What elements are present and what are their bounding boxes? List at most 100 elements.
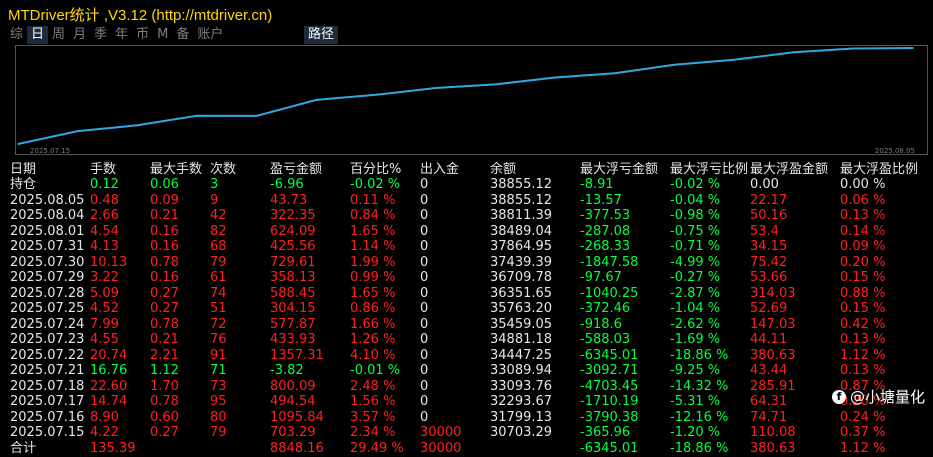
cell-max-lots: 0.09 bbox=[150, 194, 179, 208]
cell-balance: 34447.25 bbox=[490, 349, 552, 363]
cell-max-float-loss-pct: -4.99 % bbox=[670, 256, 720, 270]
cell-count: 79 bbox=[210, 256, 227, 270]
cell-date: 2025.07.16 bbox=[10, 411, 84, 425]
column-header-1: 手数 bbox=[90, 162, 116, 178]
cell-max-float-loss-pct: -1.69 % bbox=[670, 333, 720, 347]
tab-8[interactable]: 备 bbox=[172, 26, 193, 44]
cell-pnl: 43.73 bbox=[270, 194, 307, 208]
column-header-0: 日期 bbox=[10, 162, 36, 178]
cell-max-float-loss-pct: -1.20 % bbox=[670, 426, 720, 440]
table-row[interactable]: 2025.07.3010.130.7879729.611.99 %037439.… bbox=[0, 256, 933, 272]
table-row[interactable]: 2025.07.247.990.7872577.871.66 %035459.0… bbox=[0, 318, 933, 334]
balance-point bbox=[793, 52, 795, 54]
table-row[interactable]: 2025.07.2220.742.21911357.314.10 %034447… bbox=[0, 349, 933, 365]
cell-pct: 0.86 % bbox=[350, 302, 395, 316]
tab-0[interactable]: 综 bbox=[6, 26, 27, 44]
table-row[interactable]: 2025.07.293.220.1661358.130.99 %036709.7… bbox=[0, 271, 933, 287]
cell-pct: 1.65 % bbox=[350, 225, 395, 239]
cell-max-float-loss: -377.53 bbox=[580, 209, 630, 223]
table-row[interactable]: 2025.07.2116.761.1271-3.82-0.01 %033089.… bbox=[0, 364, 933, 380]
cell-count: 74 bbox=[210, 287, 227, 301]
table-row[interactable]: 合计135.398848.1629.49 %30000-6345.01-18.8… bbox=[0, 442, 933, 457]
cell-balance: 32293.67 bbox=[490, 395, 552, 409]
cell-lots: 22.60 bbox=[90, 380, 127, 394]
tab-path[interactable]: 路径 bbox=[304, 26, 338, 44]
tab-3[interactable]: 月 bbox=[69, 26, 90, 44]
cell-pnl: 304.15 bbox=[270, 302, 316, 316]
cell-max-float-loss: -268.33 bbox=[580, 240, 630, 254]
cell-deposit: 0 bbox=[420, 349, 428, 363]
balance-point bbox=[17, 143, 19, 145]
cell-max-float-loss-pct: -0.27 % bbox=[670, 271, 720, 285]
cell-max-float-profit: 380.63 bbox=[750, 442, 796, 456]
table-row[interactable]: 2025.08.050.480.09943.730.11 %038855.12-… bbox=[0, 194, 933, 210]
column-header-9: 最大浮亏比例 bbox=[670, 162, 748, 178]
cell-max-float-profit: 74.71 bbox=[750, 411, 787, 425]
cell-date: 2025.07.28 bbox=[10, 287, 84, 301]
tab-5[interactable]: 年 bbox=[111, 26, 132, 44]
cell-deposit: 0 bbox=[420, 287, 428, 301]
cell-deposit: 0 bbox=[420, 178, 428, 192]
cell-count: 91 bbox=[210, 349, 227, 363]
cell-max-float-loss-pct: -2.62 % bbox=[670, 318, 720, 332]
cell-balance: 38855.12 bbox=[490, 194, 552, 208]
cell-date: 2025.07.23 bbox=[10, 333, 84, 347]
tab-2[interactable]: 周 bbox=[48, 26, 69, 44]
cell-max-float-loss: -1040.25 bbox=[580, 287, 638, 301]
table-row[interactable]: 2025.07.285.090.2774588.451.65 %036351.6… bbox=[0, 287, 933, 303]
table-row[interactable]: 2025.07.314.130.1668425.561.14 %037864.9… bbox=[0, 240, 933, 256]
cell-max-float-profit-pct: 0.06 % bbox=[840, 194, 885, 208]
cell-max-float-profit-pct: 0.13 % bbox=[840, 333, 885, 347]
cell-lots: 4.52 bbox=[90, 302, 119, 316]
cell-max-lots: 0.16 bbox=[150, 240, 179, 254]
cell-max-float-profit-pct: 0.20 % bbox=[840, 256, 885, 270]
cell-deposit: 0 bbox=[420, 256, 428, 270]
column-header-3: 次数 bbox=[210, 162, 236, 178]
tab-1[interactable]: 日 bbox=[27, 26, 48, 44]
cell-max-lots: 0.16 bbox=[150, 225, 179, 239]
cell-max-float-profit: 285.91 bbox=[750, 380, 796, 394]
balance-point bbox=[853, 48, 855, 50]
window-title: MTDriver统计 ,V3.12 (http://mtdriver.cn) bbox=[8, 4, 272, 25]
tab-4[interactable]: 季 bbox=[90, 26, 111, 44]
cell-deposit: 0 bbox=[420, 364, 428, 378]
cell-max-float-loss: -918.6 bbox=[580, 318, 622, 332]
cell-max-float-loss: -3790.38 bbox=[580, 411, 638, 425]
table-row[interactable]: 2025.07.234.550.2176433.931.26 %034881.1… bbox=[0, 333, 933, 349]
cell-balance: 34881.18 bbox=[490, 333, 552, 347]
cell-count: 76 bbox=[210, 333, 227, 347]
table-row[interactable]: 2025.08.042.660.2142322.350.84 %038811.3… bbox=[0, 209, 933, 225]
table-row[interactable]: 2025.07.254.520.2751304.150.86 %035763.2… bbox=[0, 302, 933, 318]
cell-max-float-loss: -13.57 bbox=[580, 194, 622, 208]
cell-date: 2025.08.04 bbox=[10, 209, 84, 223]
cell-balance: 35459.05 bbox=[490, 318, 552, 332]
tab-6[interactable]: 币 bbox=[132, 26, 153, 44]
column-header-8: 最大浮亏金额 bbox=[580, 162, 658, 178]
tab-9[interactable]: 账户 bbox=[193, 26, 227, 44]
table-row[interactable]: 2025.07.1714.740.7895494.541.56 %032293.… bbox=[0, 395, 933, 411]
cell-deposit: 0 bbox=[420, 318, 428, 332]
column-header-11: 最大浮盈比例 bbox=[840, 162, 918, 178]
tab-bar: 综日周月季年币M备账户 bbox=[6, 26, 227, 44]
table-row[interactable]: 2025.08.014.540.1682624.091.65 %038489.0… bbox=[0, 225, 933, 241]
cell-pnl: 433.93 bbox=[270, 333, 316, 347]
cell-balance: 36351.65 bbox=[490, 287, 552, 301]
cell-max-float-loss: -1847.58 bbox=[580, 256, 638, 270]
column-header-4: 盈亏金额 bbox=[270, 162, 322, 178]
table-row[interactable]: 2025.07.168.900.60801095.843.57 %031799.… bbox=[0, 411, 933, 427]
cell-pnl: 322.35 bbox=[270, 209, 316, 223]
cell-max-lots: 0.60 bbox=[150, 411, 179, 425]
cell-max-float-profit-pct: 0.88 % bbox=[840, 287, 885, 301]
column-header-6: 出入金 bbox=[420, 162, 459, 178]
cell-date: 2025.08.05 bbox=[10, 194, 84, 208]
cell-count: 72 bbox=[210, 318, 227, 332]
cell-pct: 2.34 % bbox=[350, 426, 395, 440]
table-row[interactable]: 2025.07.1822.601.7073800.092.48 %033093.… bbox=[0, 380, 933, 396]
cell-lots: 4.54 bbox=[90, 225, 119, 239]
cell-max-float-loss-pct: -12.16 % bbox=[670, 411, 728, 425]
table-row[interactable]: 持仓0.120.063-6.96-0.02 %038855.12-8.91-0.… bbox=[0, 178, 933, 194]
tab-7[interactable]: M bbox=[153, 26, 172, 44]
cell-max-lots: 0.78 bbox=[150, 256, 179, 270]
balance-chart-svg bbox=[16, 46, 927, 154]
table-row[interactable]: 2025.07.154.220.2779703.292.34 %30000307… bbox=[0, 426, 933, 442]
